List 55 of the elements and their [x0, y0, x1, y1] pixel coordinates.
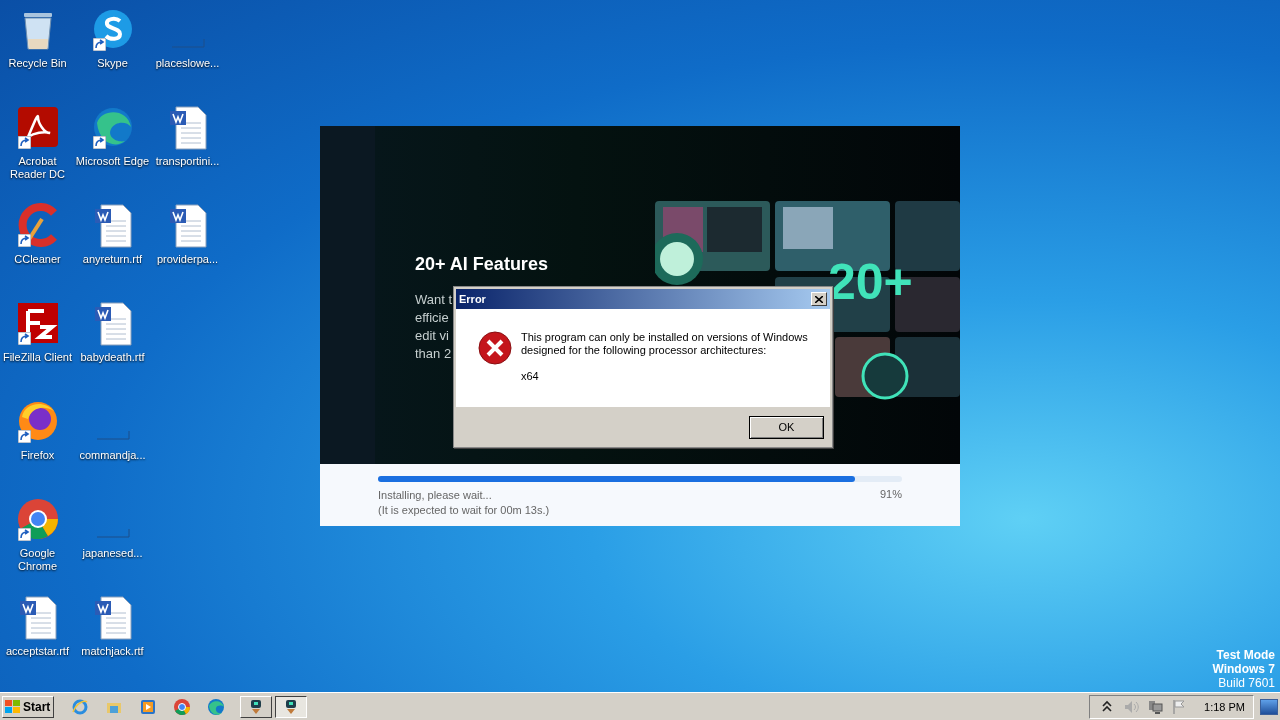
icon-label[interactable]: transportini... — [155, 155, 220, 168]
icon-label[interactable]: Acrobat Reader DC — [0, 155, 75, 181]
taskbar-app-button[interactable] — [173, 697, 191, 716]
icon-label[interactable]: japanesed... — [82, 547, 143, 560]
taskbar-app-button[interactable] — [139, 697, 157, 716]
system-mode-text: Windows 7 — [1212, 662, 1275, 676]
error-icon — [478, 331, 512, 365]
status-text: Installing, please wait... — [378, 488, 493, 503]
icon-label[interactable]: placeslowe... — [155, 57, 220, 70]
start-button[interactable]: Start — [2, 695, 54, 718]
feature-description-line: Want t — [415, 291, 453, 309]
shortcut-arrow-icon — [17, 430, 31, 443]
feature-count-text: 20+ — [828, 254, 913, 310]
icon-label[interactable]: providerpa... — [156, 253, 219, 266]
taskbar-window-button[interactable] — [275, 695, 307, 718]
browser-icon — [71, 697, 89, 716]
feature-description-line: efficie — [415, 309, 450, 327]
ok-button[interactable]: OK — [749, 415, 824, 439]
icon-label[interactable]: matchjack.rtf — [81, 645, 144, 658]
shortcut-arrow-icon — [92, 136, 106, 149]
icon-label[interactable]: Skype — [97, 57, 128, 70]
shortcut-arrow-icon — [17, 136, 31, 149]
show-desktop-button[interactable] — [1260, 698, 1278, 715]
taskbar-app-button[interactable] — [207, 697, 225, 716]
icon-label[interactable]: Firefox — [20, 449, 55, 462]
system-mode-text: Test Mode — [1216, 648, 1275, 662]
shortcut-arrow-icon — [17, 332, 31, 345]
icon-label[interactable]: acceptstar.rtf — [6, 645, 69, 658]
feature-headline: 20+ AI Features — [415, 254, 548, 275]
windows-logo-icon — [5, 699, 21, 714]
error-message: This program can only be installed on versions of Windows designed for the following processor architectures: — [521, 331, 809, 357]
clock[interactable]: 1:18 PM — [1204, 700, 1245, 713]
icon-label[interactable]: babydeath.rtf — [80, 351, 145, 364]
browser-icon — [207, 697, 225, 716]
browser-icon — [173, 697, 191, 716]
icon-label[interactable]: FileZilla Client — [2, 351, 73, 364]
dialog-title: Error — [459, 293, 486, 305]
icon-label[interactable]: Recycle Bin — [8, 57, 67, 70]
close-button[interactable] — [811, 292, 827, 306]
progress-percent: 91% — [879, 488, 902, 502]
feature-description-line: edit vi — [415, 327, 450, 345]
shortcut-arrow-icon — [17, 528, 31, 541]
time-remaining-text: (It is expected to wait for 00m 13s.) — [378, 503, 550, 518]
system-mode-text: Build 7601 — [1218, 676, 1275, 690]
icon-label[interactable]: Microsoft Edge — [75, 155, 150, 168]
icon-label[interactable]: CCleaner — [14, 253, 61, 266]
icon-label[interactable]: Google Chrome — [0, 547, 75, 573]
shortcut-arrow-icon — [17, 234, 31, 247]
icon-label[interactable]: commandja... — [79, 449, 146, 462]
architecture-text: x64 — [521, 370, 540, 382]
icon-label[interactable]: anyreturn.rtf — [82, 253, 143, 266]
media-player-icon — [139, 697, 157, 716]
feature-description-line: than 2 — [415, 345, 453, 363]
shortcut-arrow-icon — [92, 38, 106, 51]
close-icon — [815, 295, 823, 303]
